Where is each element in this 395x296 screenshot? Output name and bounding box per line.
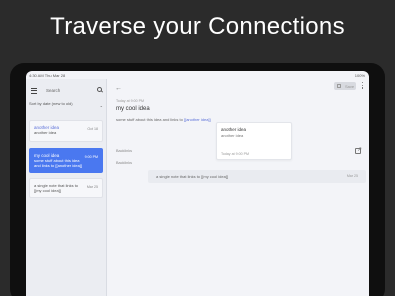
sidebar-header: Search xyxy=(31,86,103,96)
more-options-icon[interactable] xyxy=(361,82,364,90)
sort-label: Sort by date (new to old) xyxy=(29,101,73,106)
list-item[interactable]: another idea another idea Oct 18 xyxy=(29,120,103,142)
external-link-icon[interactable] xyxy=(355,146,362,154)
sort-selector[interactable]: Sort by date (new to old) ⌄ xyxy=(29,101,103,108)
backlink-text: a single note that links to [[my cool id… xyxy=(156,174,229,179)
note-date: 9:00 PM xyxy=(84,155,98,159)
link-preview-card[interactable]: another idea another idea Today at 9:00 … xyxy=(216,122,292,160)
headline: Traverse your Connections xyxy=(50,13,345,40)
status-time: 4:30 AM Thu Mar 28 xyxy=(29,73,65,78)
note-body-field[interactable]: some stuff about this idea and links to … xyxy=(116,117,211,122)
note-timestamp: Today at 9:00 PM xyxy=(116,99,144,103)
note-subtitle: some stuff about this idea and links to … xyxy=(34,158,83,168)
notes-sidebar: Search Sort by date (new to old) ⌄ anoth… xyxy=(26,79,107,296)
search-icon[interactable] xyxy=(97,87,102,92)
list-item[interactable]: a single note that links to [[my cool id… xyxy=(29,178,103,198)
chevron-down-icon: ⌄ xyxy=(99,103,103,108)
preview-title: another idea xyxy=(221,127,247,132)
status-date-text: Thu Mar 28 xyxy=(44,73,66,78)
preview-date: Today at 9:00 PM xyxy=(221,152,249,156)
note-subtitle: another idea xyxy=(34,130,57,135)
backlinks-section-label: Backlinks xyxy=(116,161,133,165)
save-label: Save xyxy=(345,84,355,89)
battery-indicator: 100% xyxy=(354,73,365,78)
list-item-selected[interactable]: my cool idea some stuff about this idea … xyxy=(29,148,103,173)
note-date: Mar 25 xyxy=(86,185,98,189)
note-link[interactable]: [[another idea]] xyxy=(184,117,211,122)
status-time-text: 4:30 AM xyxy=(29,73,44,78)
preview-subtitle: another idea xyxy=(221,133,244,138)
note-subtitle: a single note that links to [[my cool id… xyxy=(34,183,79,193)
note-title-field[interactable]: my cool idea xyxy=(116,106,150,112)
note-editor: ← Save Today at 9:00 PM my cool idea som… xyxy=(108,79,369,296)
search-input[interactable]: Search xyxy=(46,88,60,93)
backlink-date: Mar 25 xyxy=(346,174,358,178)
note-date: Oct 18 xyxy=(87,127,98,131)
menu-icon[interactable] xyxy=(31,88,37,94)
status-bar: 4:30 AM Thu Mar 28 100% xyxy=(26,71,369,79)
app-screen: 4:30 AM Thu Mar 28 100% Search Sort by d… xyxy=(26,71,369,296)
backlinks-label: Backlinks xyxy=(116,149,133,153)
backlink-item[interactable]: a single note that links to [[my cool id… xyxy=(148,170,366,183)
note-body-text: some stuff about this idea and links to xyxy=(116,117,184,122)
save-button[interactable]: Save xyxy=(334,82,356,90)
back-arrow-icon[interactable]: ← xyxy=(115,85,122,92)
save-icon xyxy=(337,84,341,88)
